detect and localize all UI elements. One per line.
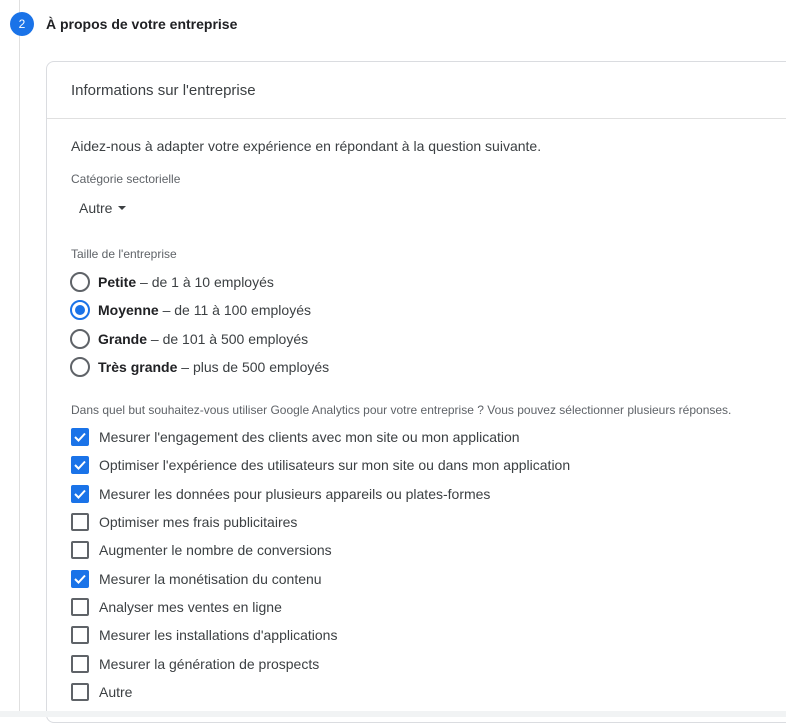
radio-option-description: – plus de 500 employés (177, 359, 330, 376)
radio-option-description: – de 1 à 10 employés (136, 274, 274, 291)
radio-option-description: – de 101 à 500 employés (147, 330, 309, 347)
checkmark-icon (74, 574, 86, 584)
radio-button[interactable] (70, 357, 90, 378)
checkbox-label: Mesurer l'engagement des clients avec mo… (99, 429, 520, 446)
intro-text: Aidez-nous à adapter votre expérience en… (71, 138, 542, 154)
checkbox-option[interactable]: Mesurer les installations d'applications (71, 621, 570, 649)
step-number-badge: 2 (10, 12, 34, 36)
radio-option-description: – de 11 à 100 employés (158, 302, 311, 319)
step-title: À propos de votre entreprise (46, 16, 238, 32)
radio-option[interactable]: Petite – de 1 à 10 employés (70, 268, 329, 296)
checkbox[interactable] (71, 456, 89, 475)
radio-option[interactable]: Moyenne – de 11 à 100 employés (70, 296, 329, 324)
checkbox-option[interactable]: Optimiser l'expérience des utilisateurs … (71, 451, 570, 479)
checkbox-label: Mesurer la monétisation du contenu (99, 570, 322, 587)
radio-option[interactable]: Grande – de 101 à 500 employés (70, 325, 329, 353)
checkbox[interactable] (71, 428, 89, 447)
checkbox-label: Optimiser mes frais publicitaires (99, 514, 298, 531)
stepper-rail (19, 0, 20, 717)
checkbox-option[interactable]: Mesurer les données pour plusieurs appar… (71, 480, 570, 508)
checkmark-icon (74, 489, 86, 499)
checkbox-option[interactable]: Mesurer la génération de prospects (71, 649, 570, 677)
checkbox-label: Autre (99, 683, 133, 700)
checkbox[interactable] (71, 569, 89, 588)
checkbox-option[interactable]: Analyser mes ventes en ligne (71, 593, 570, 621)
checkbox-label: Mesurer les données pour plusieurs appar… (99, 485, 491, 502)
purpose-checkbox-group: Mesurer l'engagement des clients avec mo… (71, 423, 570, 706)
radio-option-name: Grande (98, 330, 148, 347)
caret-down-icon (118, 206, 127, 210)
purpose-question-label: Dans quel but souhaitez-vous utiliser Go… (71, 403, 732, 417)
checkbox[interactable] (71, 626, 89, 645)
radio-option[interactable]: Très grande – plus de 500 employés (70, 353, 329, 381)
radio-button[interactable] (70, 328, 90, 349)
checkbox-label: Mesurer les installations d'applications (99, 627, 338, 644)
radio-button[interactable] (70, 300, 90, 321)
radio-option-name: Petite (98, 274, 137, 291)
checkmark-icon (74, 461, 86, 471)
checkbox-option[interactable]: Augmenter le nombre de conversions (71, 536, 570, 564)
checkbox[interactable] (71, 484, 89, 503)
checkbox-option[interactable]: Mesurer l'engagement des clients avec mo… (71, 423, 570, 451)
checkmark-icon (74, 432, 86, 443)
checkbox[interactable] (71, 513, 89, 532)
radio-dot-icon (75, 305, 85, 316)
radio-button[interactable] (70, 272, 90, 293)
company-size-label: Taille de l'entreprise (71, 247, 177, 261)
checkbox[interactable] (71, 682, 89, 701)
checkbox-label: Optimiser l'expérience des utilisateurs … (99, 457, 571, 474)
checkbox[interactable] (71, 654, 89, 673)
step-header: 2 À propos de votre entreprise (10, 12, 237, 36)
checkbox-label: Augmenter le nombre de conversions (99, 542, 332, 559)
checkbox-option[interactable]: Autre (71, 678, 570, 706)
company-size-radio-group: Petite – de 1 à 10 employés Moyenne – de… (70, 268, 329, 381)
industry-category-value: Autre (79, 200, 113, 216)
checkbox[interactable] (71, 541, 89, 560)
radio-option-name: Moyenne (98, 302, 159, 319)
checkbox-option[interactable]: Mesurer la monétisation du contenu (71, 564, 570, 592)
checkbox-label: Mesurer la génération de prospects (99, 655, 320, 672)
checkbox-option[interactable]: Optimiser mes frais publicitaires (71, 508, 570, 536)
industry-category-dropdown[interactable]: Autre (79, 200, 127, 216)
card-title: Informations sur l'entreprise (47, 62, 786, 119)
checkbox-label: Analyser mes ventes en ligne (99, 598, 282, 615)
business-info-card: Informations sur l'entreprise Aidez-nous… (46, 61, 786, 723)
radio-option-name: Très grande (98, 359, 178, 376)
industry-category-label: Catégorie sectorielle (71, 172, 181, 186)
page-footer-strip (0, 711, 786, 717)
checkbox[interactable] (71, 597, 89, 616)
